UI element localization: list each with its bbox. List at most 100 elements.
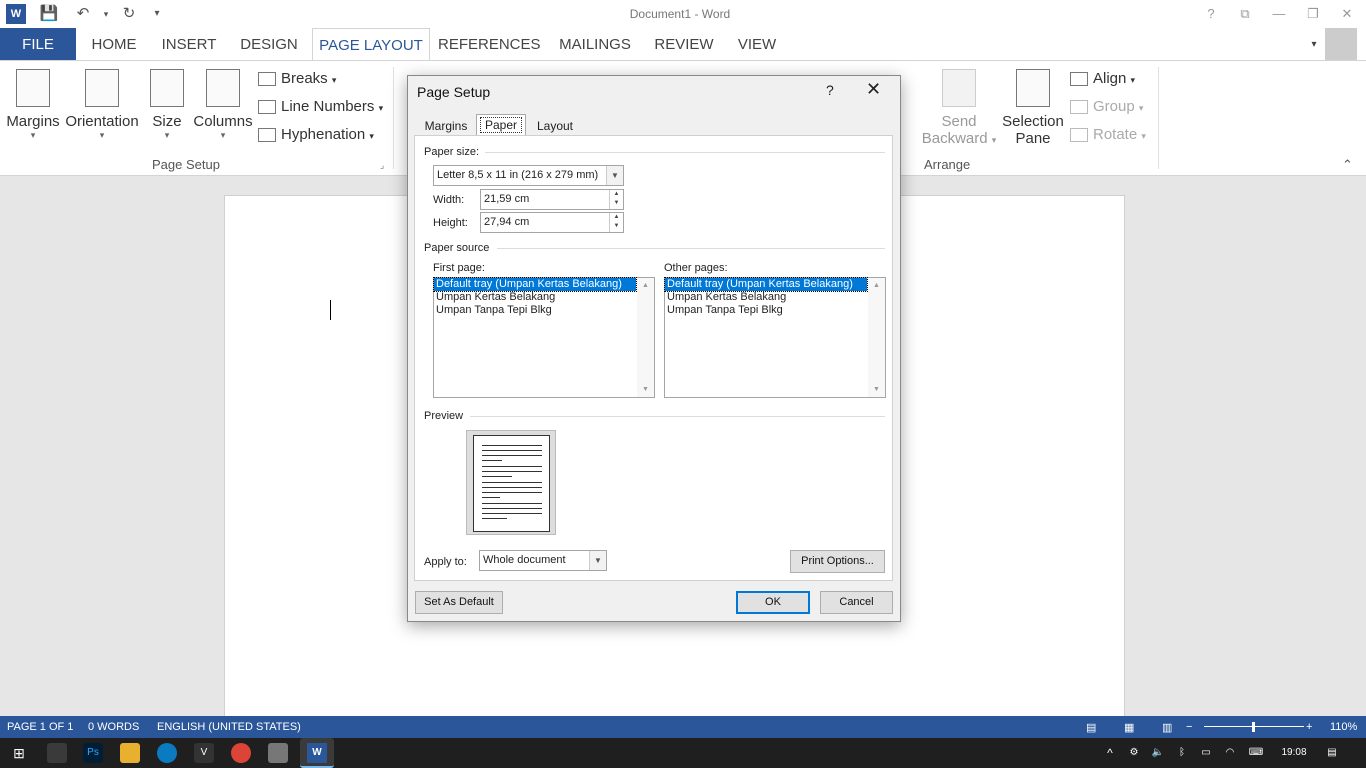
margins-button[interactable]: Margins ▾ <box>4 69 62 141</box>
zoom-slider-thumb[interactable] <box>1252 722 1255 732</box>
spinner-arrows-icon[interactable]: ▲ ▼ <box>609 190 623 209</box>
photoshop-icon[interactable]: Ps <box>83 743 103 763</box>
tab-mailings[interactable]: MAILINGS <box>552 28 638 61</box>
height-spinner[interactable]: 27,94 cm ▲ ▼ <box>480 212 624 233</box>
tab-insert[interactable]: INSERT <box>156 28 222 61</box>
chrome-icon[interactable] <box>231 743 251 763</box>
align-icon <box>1070 72 1088 87</box>
help-icon[interactable]: ? <box>1198 4 1224 24</box>
app-icon[interactable] <box>268 743 288 763</box>
breaks-button[interactable]: Breaks ▾ <box>258 67 336 91</box>
network-icon[interactable]: ⚙ <box>1124 743 1144 763</box>
list-item[interactable]: Umpan Tanpa Tepi Blkg <box>665 304 885 317</box>
wifi-icon[interactable]: ◠ <box>1220 743 1240 763</box>
margins-icon <box>16 69 50 107</box>
tab-page-layout[interactable]: PAGE LAYOUT <box>312 28 430 61</box>
tray-chevron-icon[interactable]: ^ <box>1100 743 1120 763</box>
keyboard-icon[interactable]: ⌨ <box>1246 743 1266 763</box>
orientation-button[interactable]: Orientation ▾ <box>62 69 142 141</box>
orientation-icon <box>85 69 119 107</box>
page-setup-dialog: Page Setup ? ✕ Margins Paper Layout Pape… <box>407 75 901 622</box>
send-backward-button[interactable]: Send Backward ▾ <box>920 69 998 147</box>
minimize-icon[interactable]: — <box>1266 4 1292 24</box>
customize-quick-access-icon[interactable]: ▾ <box>146 4 168 24</box>
tab-home[interactable]: HOME <box>82 28 146 61</box>
ribbon-display-options-icon[interactable]: ⧉ <box>1232 4 1258 24</box>
scrollbar[interactable]: ▲ ▼ <box>637 278 654 397</box>
list-item[interactable]: Default tray (Umpan Kertas Belakang) <box>433 277 637 292</box>
line-numbers-button[interactable]: Line Numbers ▾ <box>258 95 383 119</box>
group-icon <box>1070 100 1088 115</box>
dialog-close-icon[interactable]: ✕ <box>866 79 881 100</box>
page-setup-group-label: Page Setup <box>152 157 220 172</box>
columns-button[interactable]: Columns ▾ <box>192 69 254 141</box>
other-pages-list[interactable]: Default tray (Umpan Kertas Belakang) Ump… <box>664 277 886 398</box>
print-options-button[interactable]: Print Options... <box>790 550 885 573</box>
notifications-icon[interactable]: ▤ <box>1322 743 1342 763</box>
read-mode-icon[interactable]: ▤ <box>1086 721 1096 734</box>
tab-margins[interactable]: Margins <box>421 116 471 136</box>
dialog-help-icon[interactable]: ? <box>826 82 834 98</box>
start-windows-icon[interactable]: ⊞ <box>9 743 29 763</box>
language[interactable]: ENGLISH (UNITED STATES) <box>157 721 301 733</box>
user-avatar-icon[interactable] <box>1325 28 1357 60</box>
restore-icon[interactable]: ❐ <box>1300 4 1326 24</box>
close-window-icon[interactable]: ✕ <box>1334 4 1360 24</box>
chevron-down-icon: ▼ <box>606 166 623 185</box>
print-layout-icon[interactable]: ▦ <box>1124 721 1134 734</box>
list-item[interactable]: Default tray (Umpan Kertas Belakang) <box>664 277 868 292</box>
tab-paper[interactable]: Paper <box>476 114 526 136</box>
height-label: Height: <box>433 217 468 229</box>
list-item[interactable]: Umpan Kertas Belakang <box>434 291 654 304</box>
word-taskbar-icon[interactable]: W <box>300 738 334 768</box>
ok-button[interactable]: OK <box>736 591 810 614</box>
app-icon[interactable] <box>47 743 67 763</box>
rotate-button[interactable]: Rotate ▾ <box>1070 123 1146 147</box>
app-icon[interactable]: V <box>194 743 214 763</box>
dialog-title: Page Setup <box>417 84 491 100</box>
page-preview-image <box>473 435 550 532</box>
tab-review[interactable]: REVIEW <box>650 28 718 61</box>
account-dropdown-icon[interactable]: ▾ <box>1306 28 1322 61</box>
tab-file[interactable]: FILE <box>0 28 76 61</box>
file-explorer-icon[interactable] <box>120 743 140 763</box>
list-item[interactable]: Umpan Kertas Belakang <box>665 291 885 304</box>
spinner-arrows-icon[interactable]: ▲ ▼ <box>609 213 623 232</box>
set-as-default-button[interactable]: Set As Default <box>415 591 503 614</box>
cancel-button[interactable]: Cancel <box>820 591 893 614</box>
save-icon[interactable]: 💾 <box>38 4 60 24</box>
list-item[interactable]: Umpan Tanpa Tepi Blkg <box>434 304 654 317</box>
redo-icon[interactable]: ↻ <box>118 4 140 24</box>
undo-icon[interactable]: ↶ <box>72 4 94 24</box>
preview-label: Preview <box>424 410 464 422</box>
clock[interactable]: 19:08 <box>1276 743 1312 763</box>
web-layout-icon[interactable]: ▥ <box>1162 721 1172 734</box>
battery-icon[interactable]: ▭ <box>1196 743 1216 763</box>
tab-design[interactable]: DESIGN <box>232 28 306 61</box>
width-spinner[interactable]: 21,59 cm ▲ ▼ <box>480 189 624 210</box>
tab-references[interactable]: REFERENCES <box>438 28 541 61</box>
scrollbar[interactable]: ▲ ▼ <box>868 278 885 397</box>
edge-icon[interactable] <box>157 743 177 763</box>
apply-to-select[interactable]: Whole document ▼ <box>479 550 607 571</box>
volume-icon[interactable]: 🔈 <box>1148 743 1168 763</box>
tab-view[interactable]: VIEW <box>732 28 782 61</box>
page-count[interactable]: PAGE 1 OF 1 <box>7 721 73 733</box>
zoom-in-icon[interactable]: + <box>1306 721 1312 733</box>
undo-dropdown-icon[interactable]: ▾ <box>95 4 117 24</box>
paper-size-select[interactable]: Letter 8,5 x 11 in (216 x 279 mm) ▼ <box>433 165 624 186</box>
bluetooth-icon[interactable]: ᛒ <box>1172 743 1192 763</box>
zoom-level[interactable]: 110% <box>1330 721 1357 733</box>
selection-pane-button[interactable]: Selection Pane <box>1000 69 1066 147</box>
size-button[interactable]: Size ▾ <box>146 69 188 141</box>
collapse-ribbon-icon[interactable]: ⌃ <box>1342 157 1353 173</box>
first-page-list[interactable]: Default tray (Umpan Kertas Belakang) Ump… <box>433 277 655 398</box>
align-button[interactable]: Align ▾ <box>1070 67 1135 91</box>
group-button[interactable]: Group ▾ <box>1070 95 1143 119</box>
page-setup-launcher-icon[interactable]: ⌟ <box>380 160 384 171</box>
zoom-out-icon[interactable]: − <box>1186 721 1192 733</box>
hyphenation-button[interactable]: Hyphenation ▾ <box>258 123 374 147</box>
columns-label: Columns <box>193 113 253 130</box>
tab-layout[interactable]: Layout <box>532 116 578 136</box>
word-count[interactable]: 0 WORDS <box>88 721 139 733</box>
